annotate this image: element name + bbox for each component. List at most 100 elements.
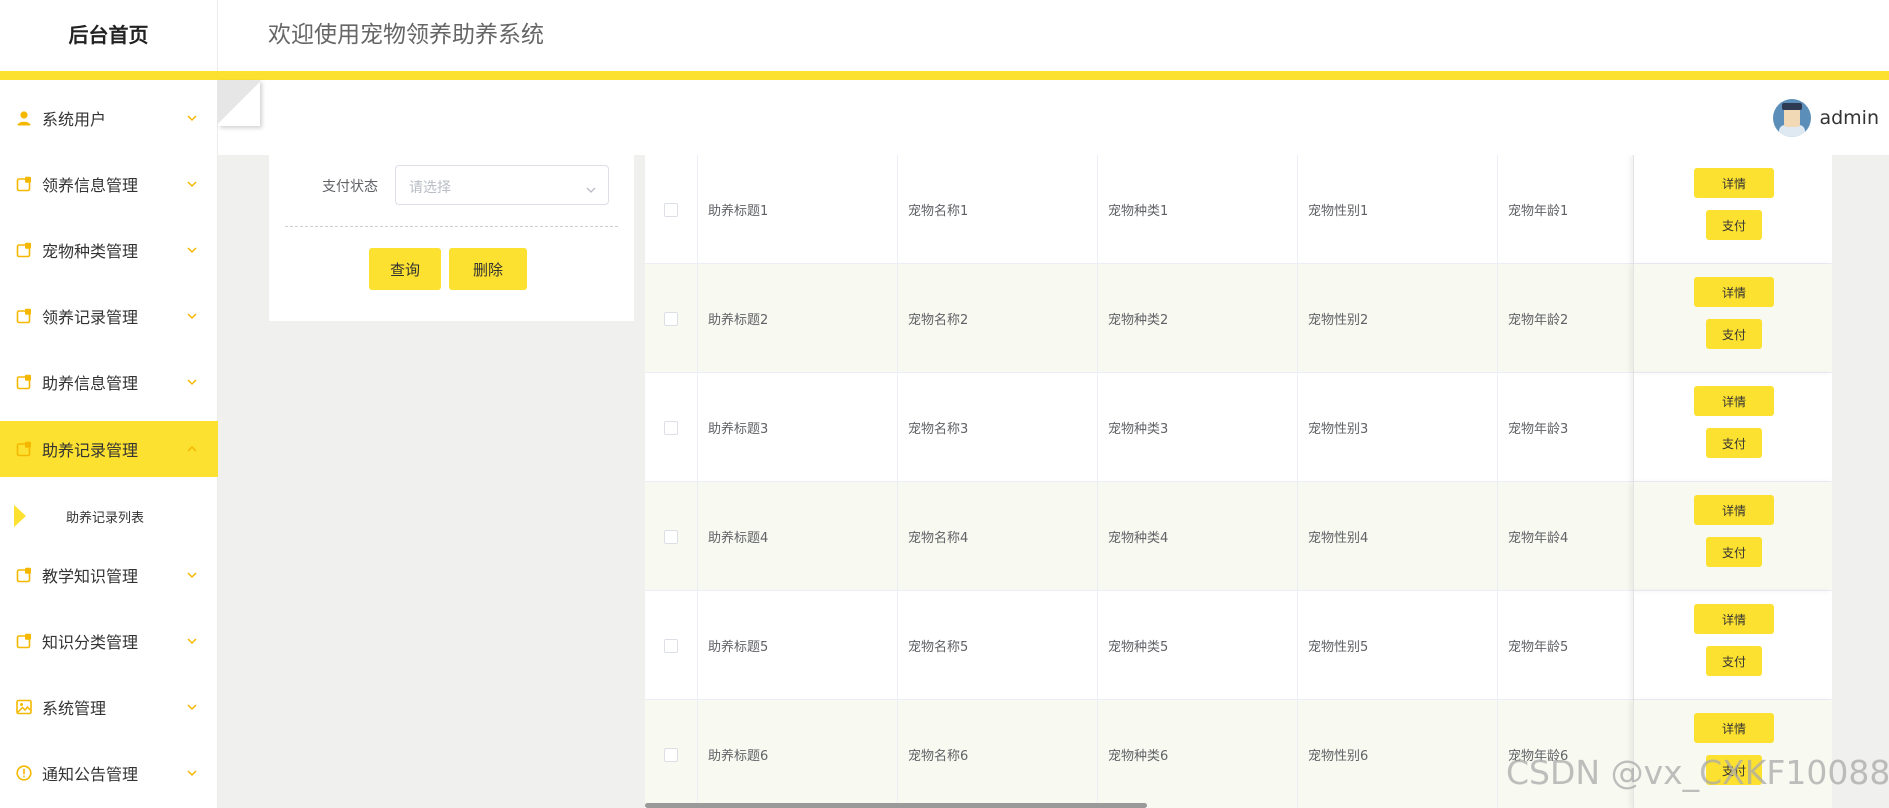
chevron-down-icon [186,376,198,388]
checkbox-cell [645,482,698,591]
avatar [1773,99,1812,137]
folder-icon [16,633,32,649]
checkbox-cell [645,264,698,373]
brand-title[interactable]: 后台首页 [0,0,218,72]
pay-button[interactable]: 支付 [1706,646,1762,676]
chevron-down-icon [186,310,198,322]
table-row: 助养标题3 宠物名称3 宠物种类3 宠物性别3 宠物年龄3 详情 支付 [645,373,1832,482]
detail-button[interactable]: 详情 [1694,168,1774,198]
sidebar-item-label: 领养记录管理 [42,308,139,327]
pay-status-select[interactable]: 请选择 [395,165,609,205]
select-placeholder: 请选择 [409,180,451,196]
welcome-title: 欢迎使用宠物领养助养系统 [268,22,544,48]
pet-type-cell: 宠物种类5 [1098,591,1298,700]
row-checkbox[interactable] [664,202,678,217]
pay-button[interactable]: 支付 [1706,319,1762,349]
sidebar-item-teaching-knowledge[interactable]: 教学知识管理 [0,547,218,603]
chevron-down-icon [186,569,198,581]
horizontal-scrollbar[interactable] [645,803,1147,808]
pet-name-cell: 宠物名称2 [898,264,1098,373]
operation-cell: 详情 支付 [1633,155,1832,264]
detail-button[interactable]: 详情 [1694,277,1774,307]
sidebar-item-sponsor-records[interactable]: 助养记录管理 [0,421,218,477]
sidebar-item-label: 系统管理 [42,699,107,718]
title-cell: 助养标题5 [698,591,898,700]
chevron-up-icon [186,443,198,455]
checkbox-cell [645,591,698,700]
row-checkbox[interactable] [664,747,678,762]
pet-type-cell: 宠物种类1 [1098,155,1298,264]
row-checkbox[interactable] [664,420,678,435]
sidebar-item-label: 知识分类管理 [42,633,139,652]
chevron-down-icon [186,112,198,124]
sidebar-item-label: 教学知识管理 [42,567,139,586]
pay-button[interactable]: 支付 [1706,537,1762,567]
pet-age-cell: 宠物年龄1 [1508,204,1569,219]
sidebar-item-label: 通知公告管理 [42,765,139,784]
sidebar-item-system-users[interactable]: 系统用户 [0,90,218,146]
sidebar-item-sponsor-info[interactable]: 助养信息管理 [0,354,218,410]
user-name: admin [1819,107,1879,129]
user-icon [16,110,32,126]
pet-gender-cell: 宠物性别4 [1298,482,1498,591]
pet-age-cell: 宠物年龄5 [1508,640,1569,655]
query-button[interactable]: 查询 [369,248,441,290]
pet-type-cell: 宠物种类3 [1098,373,1298,482]
sidebar-item-knowledge-category[interactable]: 知识分类管理 [0,613,218,669]
title-cell: 助养标题3 [698,373,898,482]
folder-icon [16,441,32,457]
detail-button[interactable]: 详情 [1694,713,1774,743]
delete-button[interactable]: 删除 [449,248,527,290]
sidebar-item-label: 助养记录管理 [42,441,139,460]
folder-icon [16,567,32,583]
divider [285,226,618,227]
row-checkbox[interactable] [664,529,678,544]
search-panel: 支付状态 请选择 查询 删除 [269,155,634,321]
sidebar-item-pet-category[interactable]: 宠物种类管理 [0,222,218,278]
row-checkbox[interactable] [664,638,678,653]
detail-button[interactable]: 详情 [1694,386,1774,416]
folder-icon [16,176,32,192]
pet-gender-cell: 宠物性别6 [1298,700,1498,808]
user-menu[interactable]: admin [1773,98,1879,138]
checkbox-cell [645,373,698,482]
pay-button[interactable]: 支付 [1706,210,1762,240]
title-cell: 助养标题4 [698,482,898,591]
pet-name-cell: 宠物名称4 [898,482,1098,591]
sidebar-item-label: 宠物种类管理 [42,242,139,261]
operation-cell: 详情 支付 [1633,264,1832,373]
pet-gender-cell: 宠物性别3 [1298,373,1498,482]
top-header: 后台首页 欢迎使用宠物领养助养系统 [0,0,1889,80]
watermark: CSDN @vx_CXKF10088 [1506,753,1889,792]
sidebar-item-system-management[interactable]: 系统管理 [0,679,218,735]
operation-cell: 详情 支付 [1633,373,1832,482]
pet-gender-cell: 宠物性别5 [1298,591,1498,700]
folder-icon [16,308,32,324]
checkbox-cell [645,155,698,264]
detail-button[interactable]: 详情 [1694,604,1774,634]
records-table: 助养标题1 宠物名称1 宠物种类1 宠物性别1 宠物年龄1 详情 支付 助养标题… [645,155,1832,808]
sidebar-item-notice-management[interactable]: 通知公告管理 [0,745,218,801]
pet-gender-cell: 宠物性别2 [1298,264,1498,373]
pet-type-cell: 宠物种类6 [1098,700,1298,808]
sidebar-item-adoption-records[interactable]: 领养记录管理 [0,288,218,344]
pay-button[interactable]: 支付 [1706,428,1762,458]
pay-status-label: 支付状态 [322,179,378,195]
collapse-sidebar-toggle[interactable] [218,80,260,126]
sidebar-subitem-sponsor-record-list[interactable]: 助养记录列表 [0,488,218,544]
title-cell: 助养标题6 [698,700,898,808]
pet-type-cell: 宠物种类2 [1098,264,1298,373]
chevron-down-icon [186,701,198,713]
row-checkbox[interactable] [664,311,678,326]
detail-button[interactable]: 详情 [1694,495,1774,525]
sidebar-item-label: 助养信息管理 [42,374,139,393]
image-icon [16,699,32,715]
info-icon [16,765,32,781]
toolbar: admin [218,80,1889,155]
pet-name-cell: 宠物名称6 [898,700,1098,808]
table-row: 助养标题4 宠物名称4 宠物种类4 宠物性别4 宠物年龄4 详情 支付 [645,482,1832,591]
sidebar-item-adoption-info[interactable]: 领养信息管理 [0,156,218,212]
sidebar-item-label: 领养信息管理 [42,176,139,195]
chevron-down-icon [186,767,198,779]
sidebar-subitem-label: 助养记录列表 [66,511,145,526]
